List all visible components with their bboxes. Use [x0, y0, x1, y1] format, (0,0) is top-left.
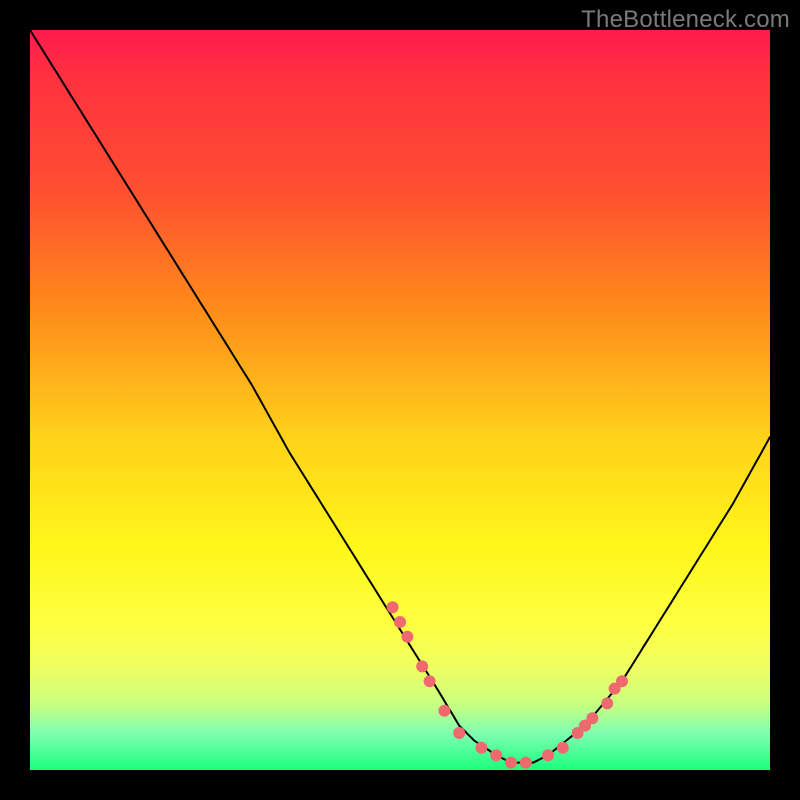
watermark-text: TheBottleneck.com [581, 6, 790, 34]
chart-frame: TheBottleneck.com [0, 0, 800, 800]
trough-dot [557, 742, 569, 754]
trough-dot [542, 749, 554, 761]
trough-dot [505, 757, 517, 769]
trough-dot [424, 675, 436, 687]
trough-dot [401, 631, 413, 643]
trough-dot [586, 712, 598, 724]
trough-dot [394, 616, 406, 628]
plot-area [30, 30, 770, 770]
trough-dot [475, 742, 487, 754]
trough-dot [520, 757, 532, 769]
trough-dot [453, 727, 465, 739]
trough-dot [490, 749, 502, 761]
bottleneck-curve [30, 30, 770, 770]
trough-dot [438, 705, 450, 717]
trough-dot [616, 675, 628, 687]
curve-path [30, 30, 770, 763]
trough-dot [416, 660, 428, 672]
trough-dot [601, 697, 613, 709]
trough-dots [387, 601, 628, 768]
trough-dot [387, 601, 399, 613]
